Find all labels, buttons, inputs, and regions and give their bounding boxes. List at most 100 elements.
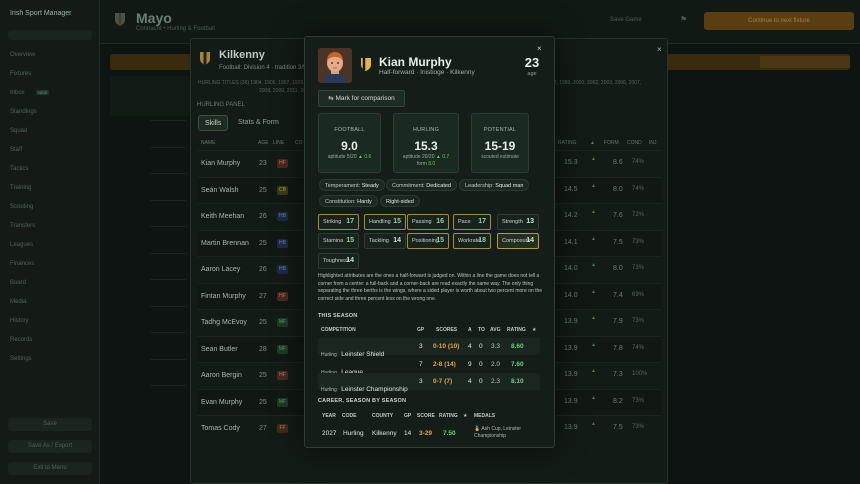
season-col-6[interactable]: RATING (507, 327, 526, 333)
col-rating[interactable]: RATING (558, 140, 577, 146)
attribute-strength[interactable]: Strength 13 (497, 214, 539, 230)
attribute-handling[interactable]: Handling 15 (364, 214, 406, 230)
bg-row-divider (150, 226, 186, 227)
attribute-name: Passing (412, 219, 432, 225)
row-name[interactable]: Keith Meehan (201, 213, 244, 220)
row-line-badge: MF (277, 344, 288, 354)
career-col-6[interactable]: ★ (463, 413, 467, 419)
row-name[interactable]: Aaron Lacey (201, 266, 240, 273)
attribute-tackling[interactable]: Tackling 14 (364, 233, 406, 249)
sidebar-item[interactable]: Media (10, 299, 26, 305)
tab-stats-form[interactable]: Stats & Form (232, 115, 285, 131)
row-age: 28 (259, 345, 267, 353)
career-col-5[interactable]: RATING (439, 413, 458, 419)
season-competition: Hurling Leinster Championship (321, 378, 408, 396)
season-col-5[interactable]: AVG (490, 327, 500, 333)
row-form: 8.0 (613, 185, 623, 193)
col-form[interactable]: FORM (604, 140, 619, 146)
trait-key: Temperament: (325, 183, 361, 189)
row-name[interactable]: Tadhg McEvoy (201, 319, 247, 326)
career-col-3[interactable]: GP (404, 413, 411, 419)
col-line[interactable]: LINE (273, 140, 284, 146)
card-label: HURLING (412, 127, 440, 133)
save-game-link[interactable]: Save Game (610, 17, 642, 23)
col-co[interactable]: CO (295, 140, 303, 146)
sidebar-item[interactable]: Training (10, 185, 31, 191)
sidebar-item[interactable]: Finances (10, 261, 34, 267)
sidebar-item[interactable]: Staff (10, 147, 22, 153)
row-name[interactable]: Seán Walsh (201, 187, 238, 194)
row-name[interactable]: Aaron Bergin (201, 372, 242, 379)
save-as-button[interactable]: Save As / Export (8, 440, 92, 453)
sidebar-item[interactable]: Scouting (10, 204, 33, 210)
attribute-value: 15 (346, 237, 354, 244)
career-col-7[interactable]: MEDALS (474, 413, 495, 419)
career-col-2[interactable]: COUNTY (372, 413, 393, 419)
sidebar-item[interactable]: Records (10, 337, 32, 343)
attribute-toughness[interactable]: Toughness 14 (318, 253, 359, 269)
attribute-positioning[interactable]: Positioning 15 (407, 233, 449, 249)
season-col-4[interactable]: TO (478, 327, 485, 333)
row-name[interactable]: Kian Murphy (201, 160, 240, 167)
season-col-2[interactable]: SCORES (436, 327, 457, 333)
sidebar-item[interactable]: Fixtures (10, 71, 31, 77)
sidebar-item[interactable]: Tactics (10, 166, 28, 172)
kilkenny-crest-icon (361, 58, 371, 71)
close-icon[interactable]: × (537, 44, 542, 53)
attribute-workrate[interactable]: Workrate 18 (453, 233, 491, 249)
career-col-4[interactable]: SCORE (417, 413, 435, 419)
sidebar-item[interactable]: Squad (10, 128, 27, 134)
sidebar-item[interactable]: Overview (10, 52, 35, 58)
sidebar-item[interactable]: Standings (10, 109, 37, 115)
col-delta[interactable]: ▲ (590, 140, 595, 146)
col-cond[interactable]: COND (627, 140, 642, 146)
sidebar-search[interactable] (8, 30, 92, 40)
season-col-7[interactable]: ★ (532, 327, 536, 333)
row-name[interactable]: Martin Brennan (201, 240, 249, 247)
attribute-name: Pace (458, 219, 471, 225)
row-name[interactable]: Sean Butler (201, 346, 238, 353)
row-age: 25 (259, 398, 267, 406)
bg-row-divider (150, 252, 186, 254)
exit-button[interactable]: Exit to Menu (8, 462, 92, 475)
col-age[interactable]: AGE (258, 140, 269, 146)
row-rating: 13.9 (564, 318, 578, 325)
sidebar-item[interactable]: Leagues (10, 242, 33, 248)
row-trend-icon: ▲ (591, 421, 596, 427)
compare-label: Mark for comparison (335, 95, 395, 102)
career-col-1[interactable]: CODE (342, 413, 356, 419)
row-name[interactable]: Tomas Cody (201, 425, 240, 432)
row-name[interactable]: Evan Murphy (201, 399, 242, 406)
season-col-0[interactable]: COMPETITION (321, 327, 356, 333)
career-county: Kilkenny (372, 430, 397, 437)
county-panel-close-icon[interactable]: × (657, 45, 662, 54)
season-rating: 8.60 (511, 343, 524, 350)
season-col-1[interactable]: GP (417, 327, 424, 333)
attribute-pace[interactable]: Pace 17 (453, 214, 491, 230)
attribute-composure[interactable]: Composure 14 (497, 233, 539, 249)
row-line-badge: HF (277, 291, 288, 301)
row-form: 7.8 (613, 344, 623, 352)
flag-icon[interactable]: ⚑ (680, 15, 687, 24)
save-button[interactable]: Save (8, 418, 92, 431)
continue-button[interactable]: Continue to next fixture (704, 12, 854, 30)
attribute-stamina[interactable]: Stamina 15 (318, 233, 359, 249)
attribute-passing[interactable]: Passing 16 (407, 214, 449, 230)
sidebar-item[interactable]: Transfers (10, 223, 35, 229)
tab-skills[interactable]: Skills (198, 115, 229, 131)
sidebar-item[interactable]: Board (10, 280, 26, 286)
season-a: 4 (468, 343, 472, 350)
sidebar-item[interactable]: Inbox (10, 90, 25, 96)
col-inj[interactable]: INJ (649, 140, 657, 146)
row-cond: 73% (632, 265, 645, 271)
sidebar-item[interactable]: History (10, 318, 29, 324)
season-col-3[interactable]: A (468, 327, 472, 333)
row-name[interactable]: Fintan Murphy (201, 293, 246, 300)
career-col-0[interactable]: YEAR (322, 413, 336, 419)
mark-for-comparison-button[interactable]: ⇆ Mark for comparison (318, 90, 405, 107)
season-to: 0 (479, 360, 483, 368)
attribute-striking[interactable]: Striking 17 (318, 214, 359, 230)
col-name[interactable]: NAME (201, 140, 215, 146)
new-badge: NEW (36, 90, 50, 95)
sidebar-item[interactable]: Settings (10, 356, 32, 362)
